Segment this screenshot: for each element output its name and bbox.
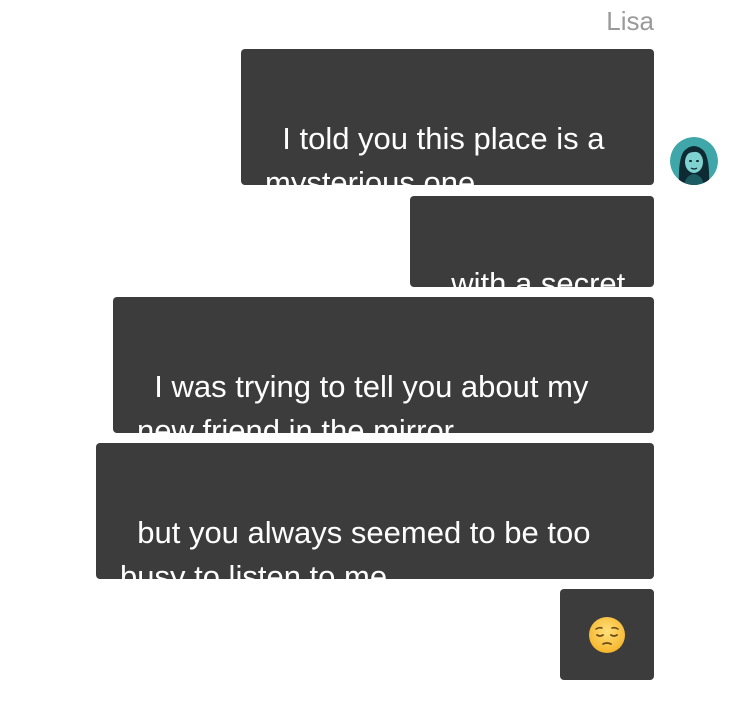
message-text: I told you this place is a mysterious on… [265,121,605,200]
message-bubble[interactable]: I told you this place is a mysterious on… [241,49,654,200]
message-bubble[interactable]: but you always seemed to be too busy to … [96,443,654,594]
pensive-face-icon [589,616,625,653]
woman-avatar-icon[interactable] [670,137,718,185]
message-text: but you always seemed to be too busy to … [120,515,591,594]
message-text: with a secret [451,266,626,301]
message-text: I was trying to tell you about my new fr… [137,369,589,448]
message-bubble-emoji[interactable] [560,589,654,680]
message-bubble[interactable]: with a secret [410,196,654,301]
sender-name: Lisa [606,6,654,36]
message-bubble[interactable]: I was trying to tell you about my new fr… [113,297,654,448]
